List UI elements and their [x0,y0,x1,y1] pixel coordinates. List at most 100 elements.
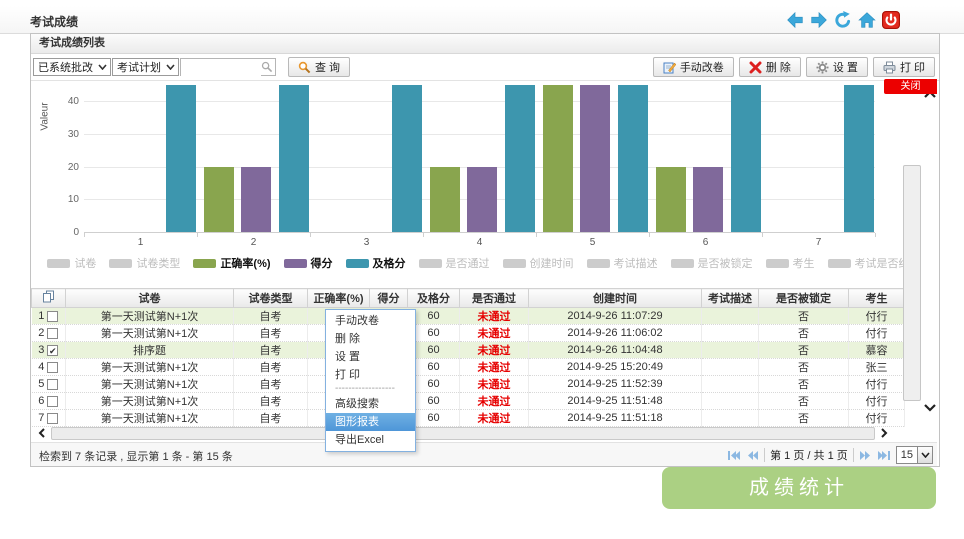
table-row[interactable]: 2第一天测试第N+1次自考60未通过2014-9-26 11:06:02否付行 [32,325,905,342]
column-header-2[interactable]: 正确率(%) [308,289,370,308]
legend-item-8[interactable]: 是否被锁定 [671,255,753,271]
power-icon[interactable] [882,11,900,29]
row-checkbox[interactable] [47,328,58,339]
x-tick-label: 7 [762,237,875,248]
locked-cell: 否 [759,308,849,325]
menu-item-delete[interactable]: 删 除 [326,330,415,348]
scroll-down-icon[interactable] [924,403,936,412]
x-tick-label: 3 [310,237,423,248]
row-checkbox[interactable] [47,413,58,424]
menu-item-manual-grade[interactable]: 手动改卷 [326,312,415,330]
legend-item-0[interactable]: 试卷 [47,255,96,271]
x-tick-label: 4 [423,237,536,248]
manual-grade-button[interactable]: 手动改卷 [653,57,734,77]
grade-status-select[interactable]: 已系统批改 [33,58,111,76]
exam-plan-select[interactable]: 考试计划 [112,58,179,76]
column-header-6[interactable]: 创建时间 [529,289,702,308]
column-header-8[interactable]: 是否被锁定 [759,289,849,308]
chevron-down-icon [98,64,107,70]
legend-item-3[interactable]: 得分 [284,255,333,271]
table-row[interactable]: 7第一天测试第N+1次自考60未通过2014-9-25 11:51:18否付行 [32,410,905,427]
legend-item-4[interactable]: 及格分 [346,255,406,271]
table-row[interactable]: 1第一天测试第N+1次自考60未通过2014-9-26 11:07:29否付行 [32,308,905,325]
column-header-9[interactable]: 考生 [849,289,905,308]
paper-type-cell: 自考 [234,410,308,427]
row-number: 7 [38,412,44,424]
row-checkbox[interactable]: ✔ [47,345,58,356]
score-statistics-button[interactable]: 成绩统计 [662,467,936,509]
select-all-header[interactable] [32,289,66,308]
legend-swatch [193,259,216,268]
column-header-4[interactable]: 及格分 [408,289,460,308]
column-header-5[interactable]: 是否通过 [460,289,529,308]
menu-item-print[interactable]: 打 印 [326,366,415,384]
chart-close-button[interactable]: 关闭 [884,79,937,94]
paper-type-cell: 自考 [234,359,308,376]
examinee-cell: 付行 [849,393,905,410]
menu-item-export-excel[interactable]: 导出Excel [326,431,415,449]
column-header-0[interactable]: 试卷 [66,289,234,308]
legend-item-6[interactable]: 创建时间 [503,255,574,271]
first-page-icon[interactable] [727,449,741,462]
row-checkbox[interactable] [47,362,58,373]
created-cell: 2014-9-25 15:20:49 [529,359,702,376]
bar-正确率(%)-6 [656,167,686,232]
menu-item-graph-report[interactable]: 图形报表 [326,413,415,431]
row-checkbox[interactable] [47,379,58,390]
pager-divider [764,448,765,462]
chevron-down-icon [917,447,932,463]
forward-arrow-icon[interactable] [810,11,828,29]
status-bar: 检索到 7 条记录 , 显示第 1 条 - 第 15 条 第 1 页 / 共 1… [31,442,937,466]
printer-icon [883,61,896,74]
column-header-1[interactable]: 试卷类型 [234,289,308,308]
exam-results-page: 考试成绩 考试成绩列表 已系统批改 考试计划 [0,0,964,539]
menu-item-settings[interactable]: 设 置 [326,348,415,366]
paper-cell: 第一天测试第N+1次 [66,359,234,376]
bar-正确率(%)-2 [204,167,234,232]
table-row[interactable]: 3✔排序题自考60未通过2014-9-26 11:04:48否慕容 [32,342,905,359]
legend-item-7[interactable]: 考试描述 [587,255,658,271]
passed-cell: 未通过 [460,325,529,342]
legend-item-5[interactable]: 是否通过 [419,255,490,271]
created-cell: 2014-9-26 11:06:02 [529,325,702,342]
legend-item-2[interactable]: 正确率(%) [193,255,270,271]
vertical-scrollbar-thumb[interactable] [903,165,921,401]
search-input[interactable] [181,61,261,77]
back-arrow-icon[interactable] [786,11,804,29]
table-row[interactable]: 6第一天测试第N+1次自考60未通过2014-9-25 11:51:48否付行 [32,393,905,410]
passed-cell: 未通过 [460,308,529,325]
next-page-icon[interactable] [859,449,872,462]
row-checkbox[interactable] [47,396,58,407]
row-number-cell: 4 [32,359,66,376]
column-header-3[interactable]: 得分 [370,289,408,308]
paper-type-cell: 自考 [234,376,308,393]
legend-label: 试卷 [74,255,96,271]
row-number: 1 [38,310,44,322]
horizontal-scrollbar-thumb[interactable] [51,427,875,440]
legend-item-1[interactable]: 试卷类型 [109,255,180,271]
delete-button[interactable]: 删 除 [739,57,801,77]
row-checkbox[interactable] [47,311,58,322]
legend-item-9[interactable]: 考生 [766,255,815,271]
table-row[interactable]: 5第一天测试第N+1次自考60未通过2014-9-25 11:52:39否付行 [32,376,905,393]
page-title: 考试成绩 [30,13,78,30]
row-number-cell: 5 [32,376,66,393]
examinee-cell: 付行 [849,410,905,427]
scroll-right-icon[interactable] [879,428,889,438]
home-icon[interactable] [858,11,876,29]
menu-item-advanced-search[interactable]: 高级搜索 [326,395,415,413]
legend-label: 创建时间 [530,255,574,271]
refresh-icon[interactable] [834,11,852,29]
prev-page-icon[interactable] [746,449,759,462]
legend-swatch [47,259,70,268]
query-button[interactable]: 查 询 [288,57,350,77]
table-row[interactable]: 4第一天测试第N+1次自考60未通过2014-9-25 15:20:49否张三 [32,359,905,376]
column-header-7[interactable]: 考试描述 [702,289,759,308]
page-size-select[interactable]: 15 [896,446,933,464]
settings-button[interactable]: 设 置 [806,57,868,77]
last-page-icon[interactable] [877,449,891,462]
locked-cell: 否 [759,376,849,393]
print-button[interactable]: 打 印 [873,57,935,77]
scroll-left-icon[interactable] [37,428,47,438]
legend-swatch [109,259,132,268]
